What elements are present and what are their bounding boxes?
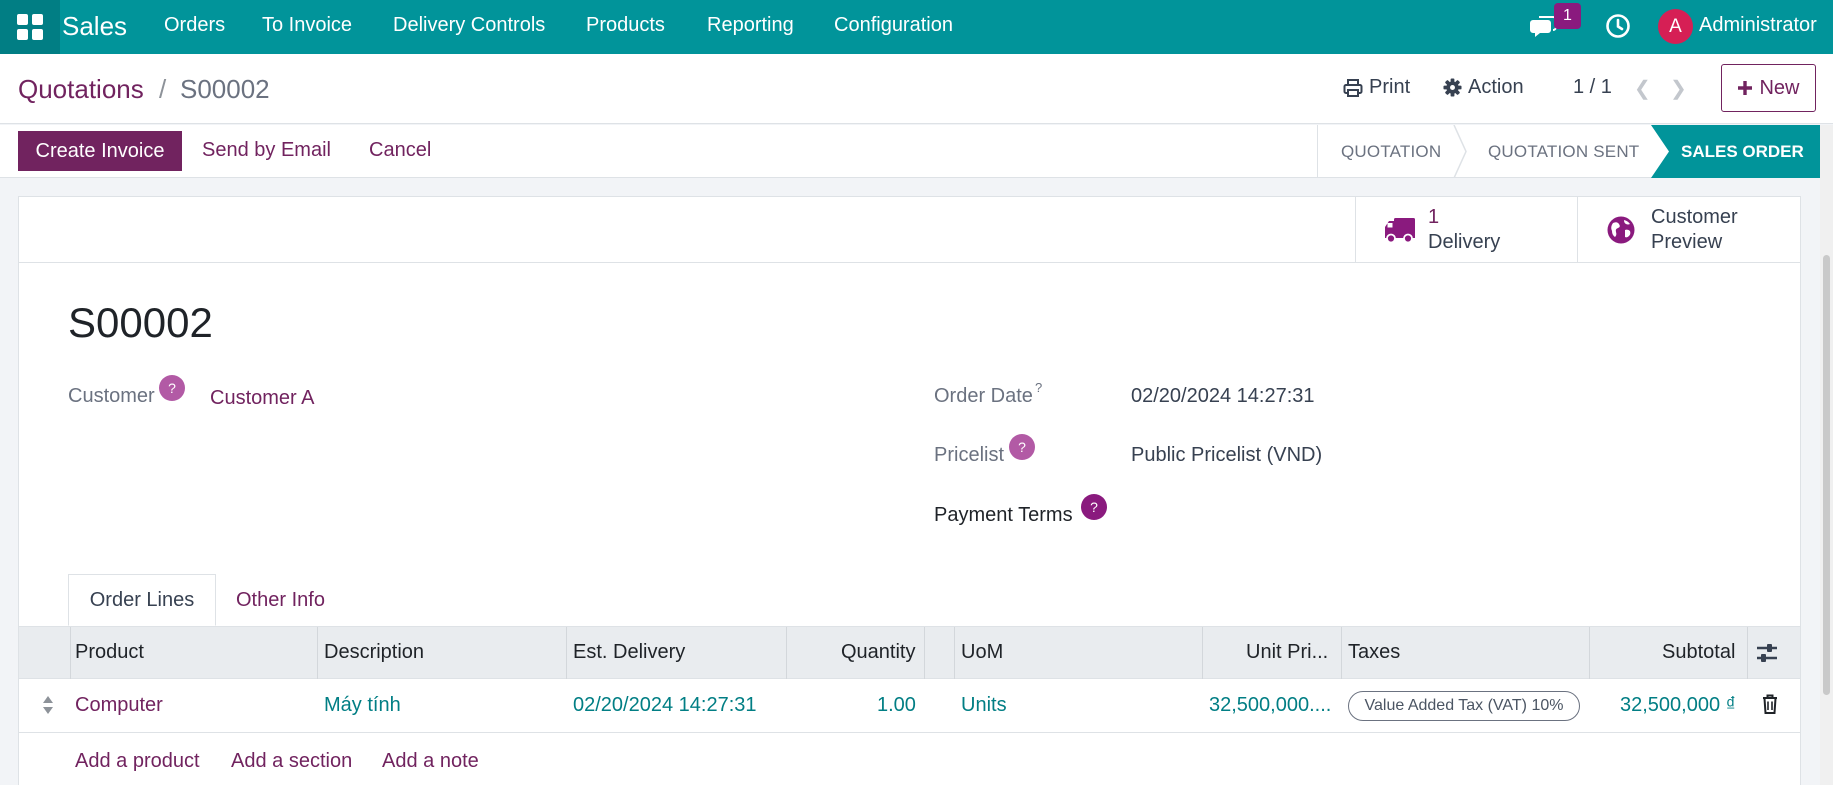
new-label: New xyxy=(1759,76,1800,99)
customer-preview-line2: Preview xyxy=(1651,231,1723,253)
user-avatar[interactable]: A xyxy=(1658,9,1693,44)
column-quantity[interactable]: Quantity xyxy=(841,641,915,664)
payment-terms-help-icon[interactable]: ? xyxy=(1081,494,1107,520)
trash-icon[interactable] xyxy=(1762,694,1778,714)
app-name[interactable]: Sales xyxy=(62,11,127,42)
menu-configuration[interactable]: Configuration xyxy=(834,14,953,37)
tax-tag[interactable]: Value Added Tax (VAT) 10% xyxy=(1348,691,1580,721)
column-product[interactable]: Product xyxy=(75,641,144,664)
delivery-smart-button[interactable]: 1 Delivery xyxy=(1355,197,1577,262)
tab-other-info[interactable]: Other Info xyxy=(236,589,325,612)
add-note-link[interactable]: Add a note xyxy=(382,750,479,773)
pager-value[interactable]: 1 / 1 xyxy=(1573,76,1612,99)
control-panel: Quotations / S00002 Print Action 1 / 1 ❮… xyxy=(0,54,1833,124)
stage-quotation-sent[interactable]: QUOTATION SENT xyxy=(1488,125,1639,178)
messages-count-badge: 1 xyxy=(1554,3,1581,29)
menu-products[interactable]: Products xyxy=(586,14,665,37)
breadcrumb-current: S00002 xyxy=(180,74,270,104)
cell-unit-price[interactable]: 32,500,000.... xyxy=(1209,694,1331,717)
print-label: Print xyxy=(1369,76,1411,98)
add-product-link[interactable]: Add a product xyxy=(75,750,200,773)
pricelist-help-icon[interactable]: ? xyxy=(1009,434,1035,460)
column-est-delivery[interactable]: Est. Delivery xyxy=(573,641,685,664)
cell-quantity[interactable]: 1.00 xyxy=(877,694,916,717)
activity-clock-icon[interactable] xyxy=(1604,12,1632,40)
status-pipeline: QUOTATION QUOTATION SENT SALES ORDER xyxy=(1317,125,1833,178)
pricelist-label: Pricelist xyxy=(934,444,1005,466)
cell-subtotal[interactable]: 32,500,000 ₫ xyxy=(1620,694,1736,717)
breadcrumb-separator: / xyxy=(159,74,167,104)
order-date-label: Order Date xyxy=(934,385,1033,407)
stage-divider-icon xyxy=(1453,125,1467,178)
stage-sales-order[interactable]: SALES ORDER xyxy=(1651,125,1823,178)
delivery-label: Delivery xyxy=(1428,231,1501,253)
record-title: S00002 xyxy=(68,299,213,346)
order-date-field[interactable]: 02/20/2024 14:27:31 xyxy=(1131,385,1315,408)
cell-est-delivery[interactable]: 02/20/2024 14:27:31 xyxy=(573,694,757,717)
drag-handle-icon[interactable] xyxy=(42,695,54,715)
menu-to-invoice[interactable]: To Invoice xyxy=(262,14,352,37)
pager-previous-icon[interactable]: ❮ xyxy=(1634,76,1651,101)
cell-product[interactable]: Computer xyxy=(75,694,163,717)
customer-preview-line1: Customer xyxy=(1651,206,1738,228)
new-button[interactable]: New xyxy=(1721,64,1816,112)
menu-orders[interactable]: Orders xyxy=(164,14,225,37)
add-section-link[interactable]: Add a section xyxy=(231,750,352,773)
customer-field[interactable]: Customer A xyxy=(210,387,314,410)
payment-terms-label: Payment Terms xyxy=(934,504,1073,526)
tab-order-lines[interactable]: Order Lines xyxy=(68,574,216,626)
order-date-tooltip-mark[interactable]: ? xyxy=(1035,380,1042,395)
user-name[interactable]: Administrator xyxy=(1699,14,1817,37)
menu-delivery-controls[interactable]: Delivery Controls xyxy=(393,14,545,37)
truck-icon xyxy=(1385,218,1415,244)
apps-menu-button[interactable] xyxy=(0,0,60,54)
status-action-bar: Create Invoice Send by Email Cancel QUOT… xyxy=(0,125,1833,178)
column-uom[interactable]: UoM xyxy=(961,641,1003,664)
page-scrollbar[interactable] xyxy=(1820,125,1833,785)
cell-uom[interactable]: Units xyxy=(961,694,1007,717)
order-lines-header: Product Description Est. Delivery Quanti… xyxy=(19,626,1800,679)
form-sheet: 1 Delivery Customer Preview S00002 Custo… xyxy=(18,196,1801,785)
send-by-email-button[interactable]: Send by Email xyxy=(202,139,331,162)
globe-icon xyxy=(1607,216,1635,244)
pricelist-field[interactable]: Public Pricelist (VND) xyxy=(1131,444,1322,467)
action-button[interactable]: Action xyxy=(1443,76,1524,99)
delivery-count: 1 xyxy=(1428,206,1440,228)
plus-icon xyxy=(1738,81,1753,95)
customer-help-icon[interactable]: ? xyxy=(159,375,185,401)
action-label: Action xyxy=(1468,76,1524,98)
apps-grid-icon xyxy=(17,14,43,40)
customer-label: Customer xyxy=(68,385,155,407)
column-taxes[interactable]: Taxes xyxy=(1348,641,1400,664)
print-button[interactable]: Print xyxy=(1343,76,1410,99)
breadcrumb-quotations[interactable]: Quotations xyxy=(18,74,144,105)
stage-quotation[interactable]: QUOTATION xyxy=(1341,125,1441,178)
print-icon xyxy=(1343,78,1363,97)
column-subtotal[interactable]: Subtotal xyxy=(1662,641,1735,664)
pager-next-icon[interactable]: ❯ xyxy=(1670,76,1687,101)
column-unit-price[interactable]: Unit Pri... xyxy=(1246,641,1328,664)
create-invoice-button[interactable]: Create Invoice xyxy=(18,131,182,171)
column-description[interactable]: Description xyxy=(324,641,424,664)
cell-description[interactable]: Máy tính xyxy=(324,694,401,717)
table-row[interactable]: Computer Máy tính 02/20/2024 14:27:31 1.… xyxy=(19,679,1800,733)
top-navbar: Sales Orders To Invoice Delivery Control… xyxy=(0,0,1833,54)
gear-icon xyxy=(1443,78,1462,97)
customer-preview-smart-button[interactable]: Customer Preview xyxy=(1577,197,1800,262)
smart-button-box: 1 Delivery Customer Preview xyxy=(19,197,1800,263)
scrollbar-thumb[interactable] xyxy=(1823,255,1830,695)
cancel-button[interactable]: Cancel xyxy=(369,139,431,162)
optional-columns-toggle-icon[interactable] xyxy=(1755,642,1779,664)
menu-reporting[interactable]: Reporting xyxy=(707,14,794,37)
